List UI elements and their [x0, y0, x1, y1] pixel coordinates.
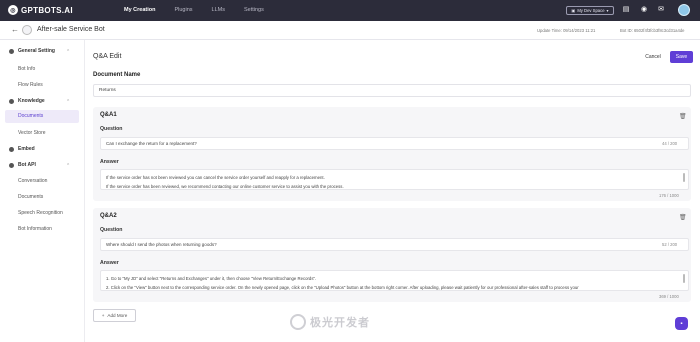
sidebar-item-speech-recognition[interactable]: Speech Recognition [18, 210, 63, 216]
logo-text: GPTBOTS.AI [21, 5, 73, 15]
trash-icon[interactable]: 🗑 [679, 214, 687, 221]
answer-textarea[interactable]: If the service order has not been review… [100, 169, 689, 190]
add-more-label: Add More [107, 313, 128, 318]
notification-icon[interactable]: ✉ [657, 6, 665, 14]
answer-line: 1. Go to "My JD" and select "Returns and… [106, 276, 317, 281]
sidebar-section-general-setting[interactable]: General Setting [9, 48, 55, 54]
qa-title: Q&A1 [100, 112, 117, 118]
question-char-count: 52 / 200 [662, 242, 678, 247]
sidebar-item-flow-rules[interactable]: Flow Rules [18, 82, 43, 88]
sidebar-item-bot-info[interactable]: Bot Info [18, 66, 35, 72]
answer-char-count: 176 / 1000 [659, 193, 679, 198]
section-label: General Setting [18, 48, 55, 54]
qa-card: Q&A2 🗑 Question Where should I send the … [93, 208, 691, 302]
answer-line: If the service order has been reviewed, … [106, 184, 344, 189]
nav-llms[interactable]: LLMs [212, 7, 225, 13]
logo-icon: ◎ [8, 5, 18, 15]
question-char-count: 44 / 200 [662, 141, 678, 146]
chat-support-button[interactable]: ▪ [675, 317, 688, 330]
watermark-text: 极光开发者 [310, 317, 370, 329]
dev-space-selector[interactable]: ▣ My Dev Space ▾ [566, 6, 614, 15]
back-arrow-icon[interactable]: ← [11, 25, 19, 34]
question-input[interactable]: Can I exchange the return for a replacem… [100, 137, 689, 150]
bot-id: Bot ID: 6502f4f3fcb3f8c3cd31a4de [620, 28, 685, 33]
space-icon: ▣ [571, 8, 576, 13]
sidebar-item-conversation[interactable]: Conversation [18, 178, 47, 184]
answer-line: If the service order has not been review… [106, 175, 325, 180]
sidebar-section-knowledge[interactable]: Knowledge [9, 98, 45, 104]
add-more-button[interactable]: + Add More [93, 309, 136, 322]
scrollbar[interactable] [683, 274, 685, 283]
bot-name: After-sale Service Bot [37, 26, 105, 33]
gptbots-logo[interactable]: ◎ GPTBOTS.AI [8, 5, 73, 15]
chevron-down-icon: ▾ [606, 8, 609, 13]
qa-title: Q&A2 [100, 213, 117, 219]
question-input[interactable]: Where should I send the photos when retu… [100, 238, 689, 251]
nav-settings[interactable]: Settings [244, 7, 264, 13]
page-title: Q&A Edit [93, 53, 122, 60]
chevron-up-icon[interactable]: ⌃ [66, 163, 70, 169]
cancel-button[interactable]: Cancel [641, 51, 665, 63]
chat-icon: ▪ [680, 320, 683, 327]
watermark: 极光开发者 [290, 314, 370, 330]
question-label: Question [100, 227, 123, 233]
section-label: Knowledge [18, 98, 45, 104]
discord-icon[interactable]: ◉ [640, 6, 648, 14]
plus-icon: + [101, 313, 105, 318]
scrollbar[interactable] [683, 173, 685, 182]
knowledge-icon [9, 98, 14, 104]
sidebar-section-bot-api[interactable]: Bot API [9, 162, 36, 168]
sidebar-item-vector-store[interactable]: Vector Store [18, 130, 46, 136]
section-label: Bot API [18, 162, 36, 168]
document-name-input[interactable]: Returns [93, 84, 691, 97]
answer-textarea[interactable]: 1. Go to "My JD" and select "Returns and… [100, 270, 689, 291]
question-label: Question [100, 126, 123, 132]
qa-edit-panel: Q&A Edit Cancel Save Document Name Retur… [85, 40, 700, 342]
sidebar-section-embed[interactable]: Embed [9, 146, 35, 152]
user-avatar[interactable] [678, 4, 690, 16]
chevron-up-icon[interactable]: ⌃ [66, 49, 70, 55]
document-icon[interactable]: ▤ [622, 6, 630, 14]
nav-plugins[interactable]: Plugins [174, 7, 192, 13]
update-time: Update Time: 09/14/2023 11:21 [537, 28, 596, 33]
space-label: My Dev Space [577, 8, 605, 13]
qa-card: Q&A1 🗑 Question Can I exchange the retur… [93, 107, 691, 201]
sidebar-item-bot-information[interactable]: Bot Information [18, 226, 52, 232]
trash-icon[interactable]: 🗑 [679, 113, 687, 120]
sidebar-item-label: Documents [18, 113, 44, 119]
section-label: Embed [18, 146, 35, 152]
answer-label: Answer [100, 159, 119, 165]
top-navigation-bar: ◎ GPTBOTS.AI My Creation Plugins LLMs Se… [0, 0, 700, 21]
main-nav: My Creation Plugins LLMs Settings [124, 7, 264, 13]
chevron-up-icon[interactable]: ⌃ [66, 99, 70, 105]
watermark-logo-icon [290, 314, 306, 330]
sidebar-item-api-documents[interactable]: Documents [18, 194, 43, 200]
document-name-label: Document Name [93, 72, 141, 78]
answer-line: 2. Click on the "View" button next to th… [106, 285, 579, 290]
embed-icon [9, 146, 14, 152]
save-button[interactable]: Save [670, 51, 693, 63]
gear-icon [9, 48, 14, 54]
bot-header: ← After-sale Service Bot Update Time: 09… [0, 21, 700, 40]
bot-avatar [22, 25, 32, 35]
answer-label: Answer [100, 260, 119, 266]
nav-my-creation[interactable]: My Creation [124, 7, 155, 13]
answer-char-count: 369 / 1000 [659, 294, 679, 299]
api-icon [9, 162, 14, 168]
sidebar-item-documents[interactable]: Documents [5, 110, 79, 123]
sidebar: General Setting ⌃ Bot Info Flow Rules Kn… [0, 40, 85, 342]
